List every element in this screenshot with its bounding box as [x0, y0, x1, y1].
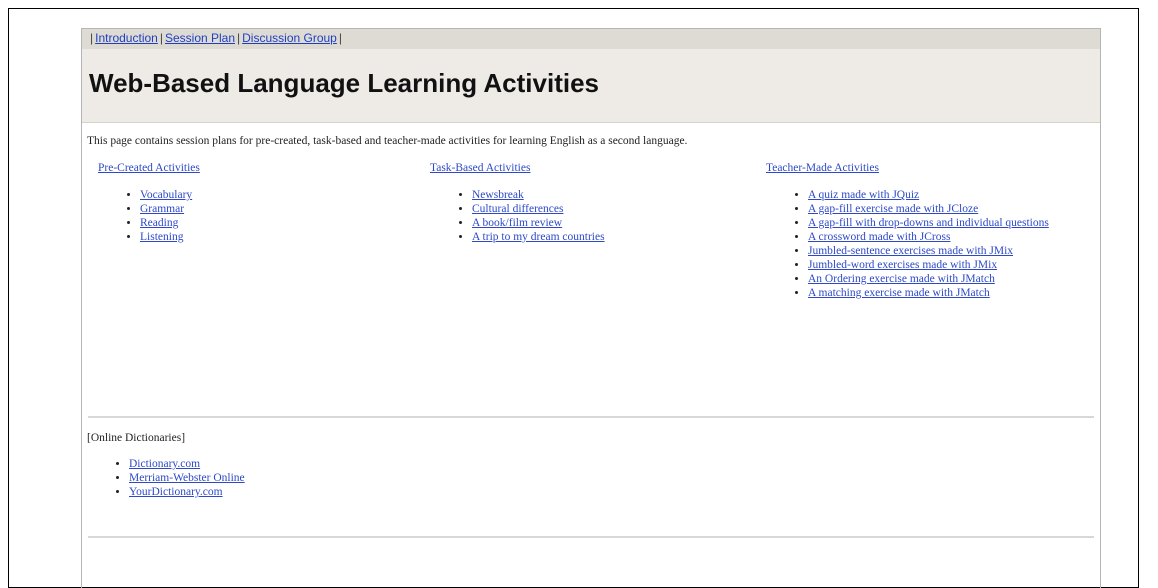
nav-separator: |: [90, 31, 94, 45]
nav-link-session-plan[interactable]: Session Plan: [165, 31, 235, 45]
list-item: Newsbreak: [472, 188, 730, 202]
list-item: Grammar: [140, 202, 398, 216]
activity-link[interactable]: Listening: [140, 231, 183, 243]
column-heading-pre-created[interactable]: Pre-Created Activities: [98, 162, 200, 174]
list-item: Reading: [140, 216, 398, 230]
activity-link[interactable]: An Ordering exercise made with JMatch: [808, 273, 995, 285]
list-item: Listening: [140, 230, 398, 244]
list-item: Jumbled-sentence exercises made with JMi…: [808, 244, 1096, 258]
column-task-based: Task-Based Activities Newsbreak Cultural…: [430, 162, 730, 244]
list-item: An Ordering exercise made with JMatch: [808, 272, 1096, 286]
list-item: Jumbled-word exercises made with JMix: [808, 258, 1096, 272]
activity-link[interactable]: Newsbreak: [472, 189, 524, 201]
column-pre-created: Pre-Created Activities Vocabulary Gramma…: [98, 162, 398, 244]
list-teacher-made: A quiz made with JQuiz A gap-fill exerci…: [766, 188, 1096, 300]
list-item: A matching exercise made with JMatch: [808, 286, 1096, 300]
list-pre-created: Vocabulary Grammar Reading Listening: [98, 188, 398, 244]
list-item: A book/film review: [472, 216, 730, 230]
list-item: A gap-fill with drop-downs and individua…: [808, 216, 1096, 230]
list-item: A gap-fill exercise made with JCloze: [808, 202, 1096, 216]
nav-separator: |: [237, 31, 241, 45]
list-item: A crossword made with JCross: [808, 230, 1096, 244]
page-container: | Introduction | Session Plan | Discussion Gr…: [81, 28, 1101, 588]
list-item: Dictionary.com: [129, 457, 245, 471]
section-divider: [88, 416, 1094, 418]
activity-link[interactable]: Jumbled-sentence exercises made with JMi…: [808, 245, 1013, 257]
list-item: A trip to my dream countries: [472, 230, 730, 244]
section-divider: [88, 536, 1094, 538]
activity-link[interactable]: A quiz made with JQuiz: [808, 189, 919, 201]
column-heading-teacher-made[interactable]: Teacher-Made Activities: [766, 162, 879, 174]
activity-link[interactable]: Grammar: [140, 203, 184, 215]
dictionaries-section: [Online Dictionaries] Dictionary.com Mer…: [87, 432, 245, 499]
page-header: | Introduction | Session Plan | Discussion Gr…: [82, 29, 1100, 123]
nav-separator: |: [338, 31, 342, 45]
activity-link[interactable]: Reading: [140, 217, 178, 229]
activity-columns: Pre-Created Activities Vocabulary Gramma…: [82, 147, 1100, 367]
top-navigation: | Introduction | Session Plan | Discussion Gr…: [82, 29, 1100, 49]
dictionary-link[interactable]: Dictionary.com: [129, 458, 200, 470]
list-item: A quiz made with JQuiz: [808, 188, 1096, 202]
list-item: YourDictionary.com: [129, 485, 245, 499]
intro-text: This page contains session plans for pre…: [87, 135, 688, 147]
nav-link-discussion-group[interactable]: Discussion Group: [242, 31, 337, 45]
activity-link[interactable]: Cultural differences: [472, 203, 563, 215]
dictionary-link[interactable]: YourDictionary.com: [129, 486, 223, 498]
dictionary-link[interactable]: Merriam-Webster Online: [129, 472, 245, 484]
activity-link[interactable]: A gap-fill exercise made with JCloze: [808, 203, 978, 215]
activity-link[interactable]: A trip to my dream countries: [472, 231, 605, 243]
list-item: Vocabulary: [140, 188, 398, 202]
dictionaries-heading: [Online Dictionaries]: [87, 432, 186, 444]
activity-link[interactable]: A matching exercise made with JMatch: [808, 287, 990, 299]
activity-link[interactable]: A crossword made with JCross: [808, 231, 950, 243]
page-title: Web-Based Language Learning Activities: [89, 68, 599, 98]
list-item: Cultural differences: [472, 202, 730, 216]
activity-link[interactable]: Vocabulary: [140, 189, 192, 201]
list-item: Merriam-Webster Online: [129, 471, 245, 485]
activity-link[interactable]: Jumbled-word exercises made with JMix: [808, 259, 997, 271]
dictionaries-list: Dictionary.com Merriam-Webster Online Yo…: [87, 457, 245, 499]
list-task-based: Newsbreak Cultural differences A book/fi…: [430, 188, 730, 244]
column-heading-task-based[interactable]: Task-Based Activities: [430, 162, 530, 174]
nav-separator: |: [159, 31, 163, 45]
nav-link-introduction[interactable]: Introduction: [95, 31, 158, 45]
activity-link[interactable]: A gap-fill with drop-downs and individua…: [808, 217, 1049, 229]
activity-link[interactable]: A book/film review: [472, 217, 562, 229]
column-teacher-made: Teacher-Made Activities A quiz made with…: [766, 162, 1096, 300]
